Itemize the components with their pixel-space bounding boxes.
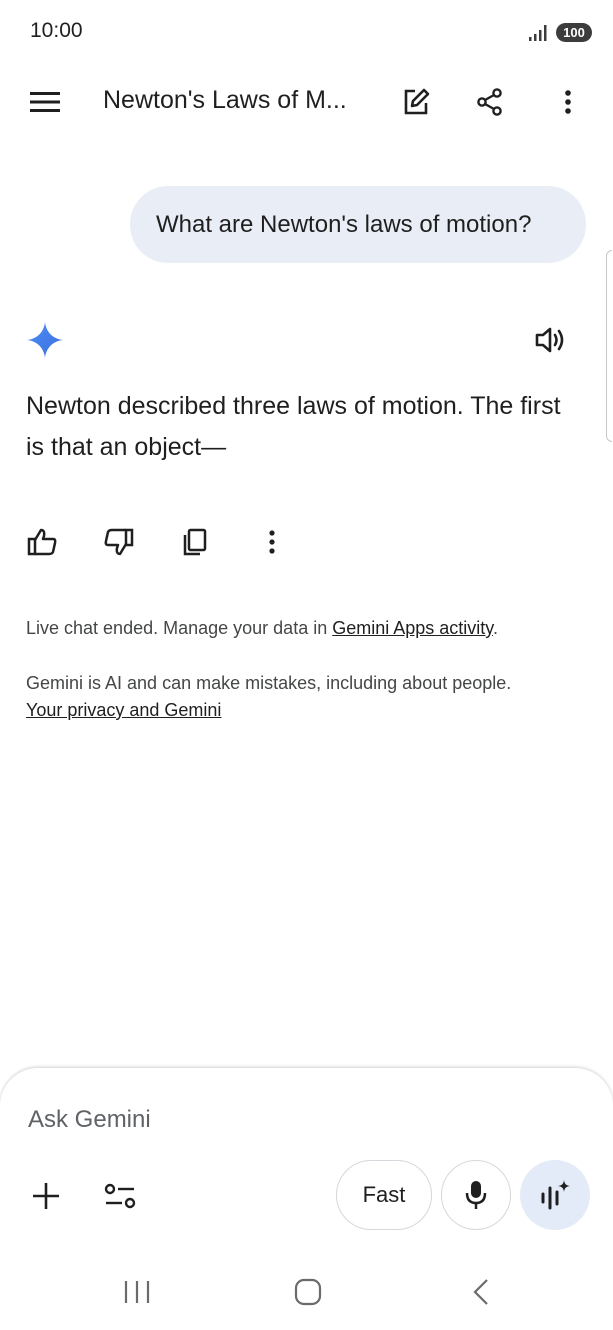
mic-button[interactable]: [441, 1160, 511, 1230]
live-icon: [541, 1180, 570, 1210]
home-button[interactable]: [287, 1272, 329, 1312]
thumbs-down-icon: [104, 528, 134, 556]
user-message-bubble[interactable]: What are Newton's laws of motion?: [130, 186, 586, 263]
back-button[interactable]: [460, 1272, 502, 1312]
mic-icon: [465, 1181, 487, 1209]
status-time: 10:00: [30, 19, 83, 42]
live-button[interactable]: [520, 1160, 590, 1230]
battery-indicator: 100: [556, 23, 592, 42]
tools-button[interactable]: [98, 1174, 142, 1218]
thumbs-up-icon: [27, 528, 57, 556]
read-aloud-button[interactable]: [528, 318, 572, 362]
home-icon: [294, 1278, 322, 1306]
recents-button[interactable]: [116, 1272, 158, 1312]
thumbs-down-button[interactable]: [99, 522, 139, 562]
model-mode-label: Fast: [362, 1182, 406, 1207]
user-message-text: What are Newton's laws of motion?: [156, 210, 532, 238]
copy-button[interactable]: [175, 522, 215, 562]
chat-title[interactable]: Newton's Laws of M...: [103, 86, 347, 115]
signal-icon: [528, 24, 550, 47]
add-button[interactable]: [24, 1174, 68, 1218]
gemini-apps-activity-link[interactable]: Gemini Apps activity: [332, 618, 493, 638]
recents-icon: [124, 1281, 150, 1303]
live-chat-notice: Live chat ended. Manage your data in Gem…: [26, 615, 498, 642]
ai-disclaimer-text: Gemini is AI and can make mistakes, incl…: [26, 673, 512, 693]
response-text: Newton described three laws of motion. T…: [26, 392, 561, 461]
model-mode-button[interactable]: Fast: [336, 1160, 432, 1230]
new-chat-button[interactable]: [394, 80, 438, 124]
thumbs-up-button[interactable]: [22, 522, 62, 562]
more-options-button[interactable]: [546, 80, 590, 124]
live-notice-suffix: .: [492, 618, 498, 638]
live-notice-text: Live chat ended. Manage your data in: [26, 618, 333, 638]
response-more-button[interactable]: [252, 522, 292, 562]
edit-icon: [404, 88, 430, 115]
speaker-icon: [535, 327, 564, 353]
menu-button[interactable]: [22, 80, 68, 124]
tools-icon: [104, 1183, 136, 1209]
ai-disclaimer: Gemini is AI and can make mistakes, incl…: [26, 670, 596, 724]
more-vert-icon: [565, 90, 571, 114]
menu-icon: [30, 92, 60, 112]
scrollbar[interactable]: [606, 250, 612, 442]
share-button[interactable]: [468, 80, 512, 124]
privacy-link[interactable]: Your privacy and Gemini: [26, 700, 221, 720]
plus-icon: [33, 1183, 59, 1209]
ask-gemini-input[interactable]: [28, 1100, 568, 1140]
more-vert-icon: [269, 530, 275, 554]
gemini-spark-icon: [25, 320, 65, 360]
copy-icon: [183, 528, 207, 556]
back-icon: [473, 1279, 488, 1305]
share-icon: [477, 88, 502, 116]
